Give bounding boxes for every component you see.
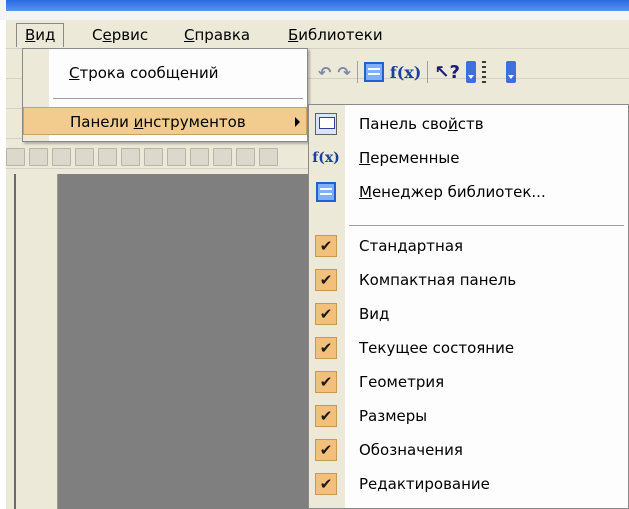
menu-view-rest: ид [35,26,56,44]
context-help-icon[interactable]: ↖? [434,61,460,83]
menu-item-label: Вид [359,305,390,323]
menu-item-label: трока сообщений [79,64,219,82]
checkmark-icon: ✔ [315,269,337,291]
menu-item-label: Редактирование [359,475,490,493]
menu-item-properties-panel[interactable]: Панель свойств [309,107,628,141]
menu-separator [349,225,624,226]
menu-item-accel: и [133,113,144,131]
menu-item-label-pre: Панели [70,113,134,131]
menu-item-view[interactable]: ✔ Вид [309,297,628,331]
menu-item-label: Обозначения [359,441,463,459]
disabled-tool-icon [236,148,255,166]
left-panel-edge [14,174,16,509]
menu-item-variables[interactable]: f(x) Переменные [309,141,628,175]
menu-item-library-manager[interactable]: Менеджер библиотек... [309,175,628,209]
menu-service-pre: С [92,26,103,44]
toolbar-separator [356,61,358,83]
menu-service-rest: рвис [111,26,149,44]
disabled-tool-icon [29,148,48,166]
menu-service-accel: е [102,26,112,44]
variables-fx-icon[interactable]: f(x) [390,61,422,83]
view-menu-dropdown: Строка сообщений Панели инструментов [22,48,308,142]
menu-item-label: нструментов [143,113,246,131]
menu-item-current-state[interactable]: ✔ Текущее состояние [309,331,628,365]
menu-item-accel: М [359,183,372,201]
menu-help[interactable]: Справка [176,23,258,47]
menu-view-accel: В [25,26,36,44]
title-strip [0,0,629,20]
menu-bar: Вид Сервис Справка Библиотеки [6,20,629,49]
disabled-tool-icon [6,148,25,166]
fx-icon: f(x) [312,150,340,166]
toolbar-options-icon[interactable] [465,61,476,83]
disabled-tool-icon [213,148,232,166]
menu-separator [53,98,303,99]
menu-help-accel: С [184,26,195,44]
menu-item-label: еременные [370,149,460,167]
submenu-arrow-icon [295,117,300,127]
menu-item-dimensions[interactable]: ✔ Размеры [309,399,628,433]
toolbar-grip-icon[interactable] [481,61,486,83]
checkmark-icon: ✔ [315,337,337,359]
checkmark-icon: ✔ [315,235,337,257]
disabled-tool-icon [190,148,209,166]
menu-libraries-rest: иблиотеки [298,26,383,44]
menu-item-label: енеджер библиотек... [371,183,546,201]
menu-libraries-accel: Б [288,26,299,44]
menu-view[interactable]: Вид [16,23,65,47]
checkmark-icon: ✔ [315,473,337,495]
checkmark-icon: ✔ [315,405,337,427]
disabled-tool-icon [52,148,71,166]
menu-libraries[interactable]: Библиотеки [280,23,391,47]
checkmark-icon: ✔ [315,439,337,461]
menu-item-accel: П [359,149,371,167]
toolbar-separator [427,61,429,83]
menu-item-accel: С [69,64,80,82]
disabled-tool-icon [259,148,278,166]
undo-icon[interactable]: ↶ [318,61,331,83]
disabled-tool-icon [75,148,94,166]
properties-panel-icon [315,113,337,135]
menu-item-message-line[interactable]: Строка сообщений [23,59,307,87]
menu-item-label-pre: Панель сво [359,115,448,133]
menu-item-compact-panel[interactable]: ✔ Компактная панель [309,263,628,297]
disabled-tool-icon [144,148,163,166]
menu-item-label: Компактная панель [359,271,517,289]
drawing-canvas[interactable] [58,174,313,509]
menu-item-designations[interactable]: ✔ Обозначения [309,433,628,467]
disabled-tool-icon [98,148,117,166]
menu-item-label: Текущее состояние [359,339,515,357]
menu-help-rest: правка [194,26,251,44]
menu-item-label: ств [457,115,484,133]
menu-item-label: Геометрия [359,373,445,391]
redo-icon[interactable]: ↷ [337,61,350,83]
menu-item-toolbars[interactable]: Панели инструментов [23,107,307,135]
menu-item-accel: й [447,115,458,133]
menu-item-label: Размеры [359,407,428,425]
menu-item-standard[interactable]: ✔ Стандартная [309,229,628,263]
library-manager-icon [315,181,337,203]
menu-item-geometry[interactable]: ✔ Геометрия [309,365,628,399]
title-bar-blue [6,0,629,11]
toolbar-options-icon[interactable] [505,61,516,83]
checkmark-icon: ✔ [315,371,337,393]
menu-service[interactable]: Сервис [84,23,156,47]
menu-item-editing[interactable]: ✔ Редактирование [309,467,628,501]
disabled-tool-icon [167,148,186,166]
toolbars-submenu: Панель свойств f(x) Переменные Менеджер … [308,104,629,509]
menu-item-label: Стандартная [359,237,464,255]
disabled-toolbar [6,148,278,170]
standard-toolbar: ↶ ↷ f(x) ↖? [318,58,516,86]
disabled-tool-icon [121,148,140,166]
library-manager-icon[interactable] [363,62,384,82]
checkmark-icon: ✔ [315,303,337,325]
